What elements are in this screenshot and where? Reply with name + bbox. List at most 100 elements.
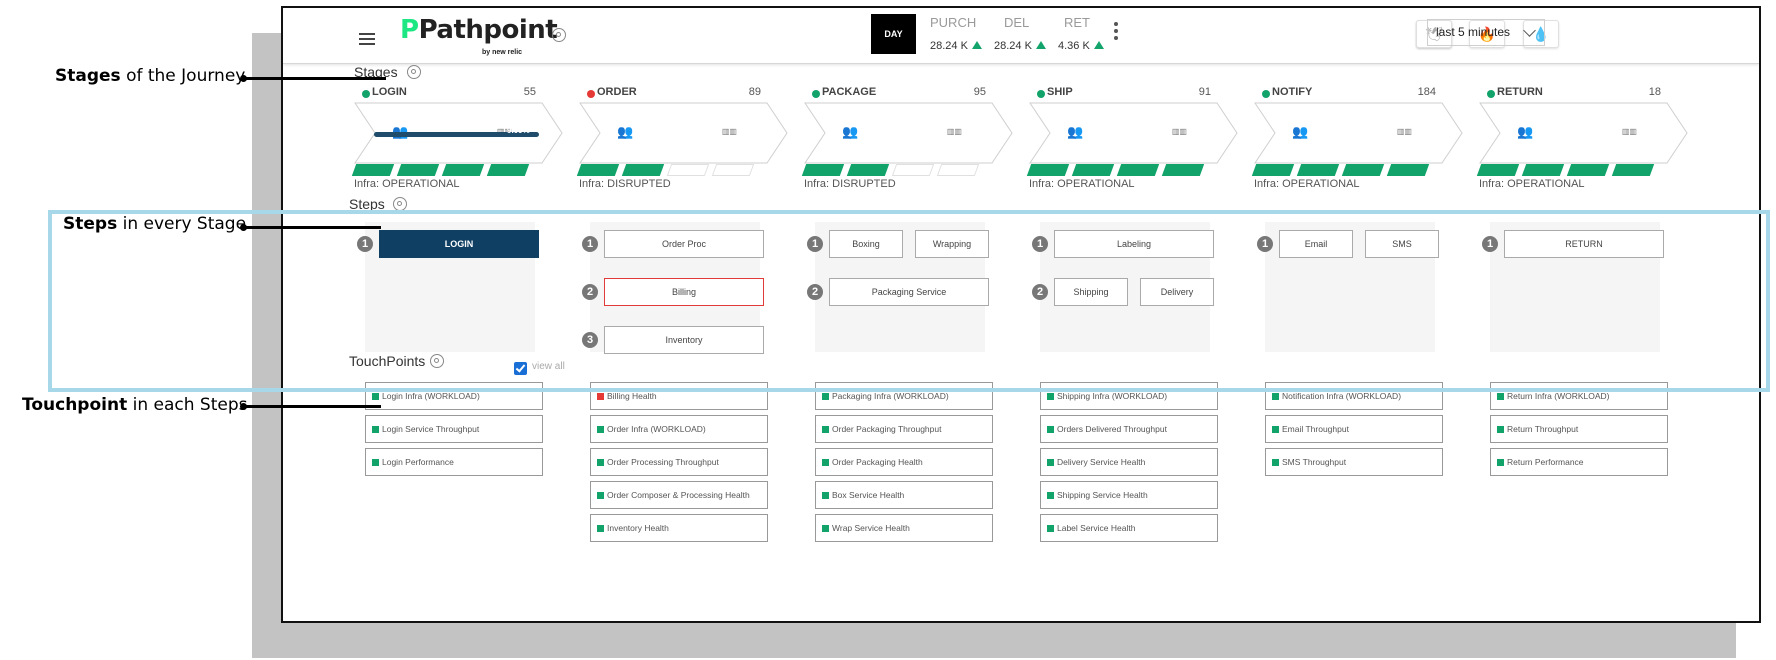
touchpoint-item[interactable]: Billing Health: [590, 382, 768, 410]
step-number-badge: 1: [357, 236, 373, 252]
menu-icon[interactable]: [359, 33, 375, 45]
touchpoint-item[interactable]: Login Service Throughput: [365, 415, 543, 443]
touchpoint-item[interactable]: Login Infra (WORKLOAD): [365, 382, 543, 410]
bars-icon: ▥▥: [1171, 127, 1187, 136]
stage-count: 95: [973, 86, 986, 98]
step-email[interactable]: Email: [1279, 230, 1353, 258]
touchpoint-label: Notification Infra (WORKLOAD): [1282, 391, 1402, 401]
touchpoint-item[interactable]: Order Packaging Health: [815, 448, 993, 476]
step-boxing[interactable]: Boxing: [829, 230, 903, 258]
time-range-select[interactable]: last 5 minutes: [1427, 19, 1545, 46]
touchpoint-item[interactable]: Return Infra (WORKLOAD): [1490, 382, 1668, 410]
touchpoint-item[interactable]: SMS Throughput: [1265, 448, 1443, 476]
annotation-stages: Stages of the Journey: [55, 66, 246, 86]
step-number-badge: 2: [807, 284, 823, 300]
stages-gear-icon[interactable]: [407, 65, 421, 79]
steps-gear-icon[interactable]: [393, 197, 407, 211]
touchpoint-item[interactable]: Return Performance: [1490, 448, 1668, 476]
annotation-pointer-line: [241, 405, 381, 408]
settings-gear-icon[interactable]: [552, 28, 566, 42]
stage-login[interactable]: LOGIN55👥▥▥9.09%Infra: OPERATIONAL: [351, 86, 563, 202]
step-inventory[interactable]: Inventory: [604, 326, 764, 354]
status-square-icon: [372, 426, 379, 433]
touchpoints-gear-icon[interactable]: [430, 354, 444, 368]
day-toggle-button[interactable]: DAY: [871, 14, 916, 54]
stage-count: 89: [748, 86, 761, 98]
step-delivery[interactable]: Delivery: [1140, 278, 1214, 306]
touchpoint-item[interactable]: Order Processing Throughput: [590, 448, 768, 476]
status-square-icon: [822, 393, 829, 400]
touchpoint-item[interactable]: Delivery Service Health: [1040, 448, 1218, 476]
touchpoint-item[interactable]: Return Throughput: [1490, 415, 1668, 443]
infra-status: Infra: DISRUPTED: [579, 178, 671, 190]
touchpoint-item[interactable]: Shipping Infra (WORKLOAD): [1040, 382, 1218, 410]
status-square-icon: [1047, 393, 1054, 400]
touchpoint-item[interactable]: Login Performance: [365, 448, 543, 476]
step-labeling[interactable]: Labeling: [1054, 230, 1214, 258]
touchpoint-label: Return Infra (WORKLOAD): [1507, 391, 1610, 401]
stage-order[interactable]: ORDER 89 👥 ▥▥ Infra: DISRUPTED: [576, 86, 788, 202]
annotation-steps: Steps in every Stage: [63, 214, 247, 234]
touchpoint-item[interactable]: Email Throughput: [1265, 415, 1443, 443]
stage-chevron[interactable]: [1479, 102, 1689, 164]
status-square-icon: [597, 459, 604, 466]
touchpoint-label: Shipping Infra (WORKLOAD): [1057, 391, 1168, 401]
step-wrapping[interactable]: Wrapping: [915, 230, 989, 258]
infra-status: Infra: OPERATIONAL: [354, 178, 460, 190]
step-order-proc[interactable]: Order Proc: [604, 230, 764, 258]
bars-icon: ▥▥: [721, 127, 737, 136]
touchpoint-item[interactable]: Label Service Health: [1040, 514, 1218, 542]
step-number-badge: 1: [1482, 236, 1498, 252]
metric-value: 4.36 K: [1058, 40, 1090, 52]
status-dot: [1037, 90, 1045, 98]
stage-chevron[interactable]: [804, 102, 1014, 164]
people-icon: 👥: [1067, 124, 1084, 139]
touchpoint-label: Login Service Throughput: [382, 424, 480, 434]
touchpoint-item[interactable]: Orders Delivered Throughput: [1040, 415, 1218, 443]
view-all-checkbox[interactable]: [514, 362, 527, 375]
step-number-badge: 2: [582, 284, 598, 300]
touchpoint-item[interactable]: Packaging Infra (WORKLOAD): [815, 382, 993, 410]
touchpoint-item[interactable]: Order Composer & Processing Health: [590, 481, 768, 509]
stage-ship[interactable]: SHIP 91 👥 ▥▥ Infra: OPERATIONAL: [1026, 86, 1238, 202]
infra-bar: [711, 164, 755, 176]
stage-count: 18: [1648, 86, 1661, 98]
touchpoints-heading: TouchPoints: [349, 353, 426, 369]
stage-return[interactable]: RETURN 18 👥 ▥▥ Infra: OPERATIONAL: [1476, 86, 1688, 202]
people-icon: 👥: [842, 124, 859, 139]
touchpoint-label: Inventory Health: [607, 523, 669, 533]
infra-health-bars: [351, 164, 544, 176]
touchpoint-item[interactable]: Inventory Health: [590, 514, 768, 542]
touchpoint-item[interactable]: Box Service Health: [815, 481, 993, 509]
stage-package[interactable]: PACKAGE 95 👥 ▥▥ Infra: DISRUPTED: [801, 86, 1013, 202]
touchpoint-item[interactable]: Order Infra (WORKLOAD): [590, 415, 768, 443]
touchpoint-item[interactable]: Wrap Service Health: [815, 514, 993, 542]
touchpoint-item[interactable]: Notification Infra (WORKLOAD): [1265, 382, 1443, 410]
steps-panel: 1 Boxing Wrapping 2 Packaging Service: [807, 222, 989, 352]
status-square-icon: [1047, 426, 1054, 433]
step-packaging-service[interactable]: Packaging Service: [829, 278, 989, 306]
stage-chevron[interactable]: [1029, 102, 1239, 164]
step-return[interactable]: RETURN: [1504, 230, 1664, 258]
steps-panel: 1 RETURN: [1482, 222, 1664, 352]
more-options-icon[interactable]: [1114, 22, 1118, 43]
step-shipping[interactable]: Shipping: [1054, 278, 1128, 306]
stage-name: SHIP: [1047, 86, 1073, 98]
step-login[interactable]: LOGIN: [379, 230, 539, 258]
step-billing[interactable]: Billing: [604, 278, 764, 306]
infra-status: Infra: DISRUPTED: [804, 178, 896, 190]
annotation-pointer-line: [241, 77, 386, 80]
touchpoint-item[interactable]: Order Packaging Throughput: [815, 415, 993, 443]
stage-chevron[interactable]: [579, 102, 789, 164]
step-number-badge: 2: [1032, 284, 1048, 300]
infra-health-bars: [1251, 164, 1444, 176]
stage-notify[interactable]: NOTIFY 184 👥 ▥▥ Infra: OPERATIONAL: [1251, 86, 1463, 202]
stage-chevron[interactable]: [1254, 102, 1464, 164]
logo-mark: P: [400, 15, 419, 45]
touchpoint-item[interactable]: Shipping Service Health: [1040, 481, 1218, 509]
stage-name: NOTIFY: [1272, 86, 1313, 98]
trend-up-icon: [1035, 41, 1046, 49]
touchpoint-label: Order Packaging Throughput: [832, 424, 942, 434]
step-sms[interactable]: SMS: [1365, 230, 1439, 258]
bars-icon: ▥▥: [1621, 127, 1637, 136]
